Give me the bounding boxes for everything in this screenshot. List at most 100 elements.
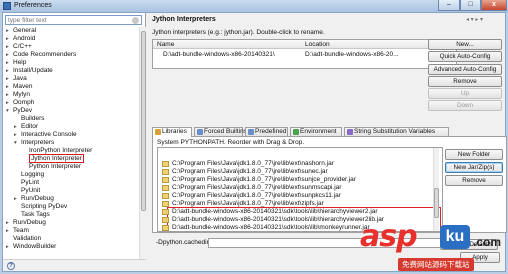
tab-2[interactable]: Predefined bbox=[245, 127, 288, 136]
new-jar-button[interactable]: New Jar/Zip(s) bbox=[445, 162, 503, 173]
expand-icon[interactable]: ▸ bbox=[14, 123, 20, 131]
up-button[interactable]: Up bbox=[428, 88, 502, 99]
tree-item[interactable]: Validation bbox=[13, 235, 41, 243]
tree-item[interactable]: PyLint bbox=[21, 179, 39, 187]
down-button[interactable]: Down bbox=[428, 100, 502, 111]
expand-icon[interactable]: ▸ bbox=[14, 131, 20, 139]
tree-item-label: Task Tags bbox=[21, 211, 50, 218]
tree-scrollbar[interactable] bbox=[139, 27, 146, 259]
remove-interpreter-button[interactable]: Remove bbox=[428, 76, 502, 87]
expand-icon[interactable]: ▸ bbox=[6, 59, 12, 67]
quick-auto-config-button[interactable]: Quick Auto-Config bbox=[428, 51, 502, 62]
preference-tree: ▸ General ▸ Android ▸ C/C++ ▸ Code Recommenders… bbox=[3, 27, 139, 257]
interpreter-location: D:\adt-bundle-windows-x86-20... bbox=[305, 51, 399, 58]
expand-icon[interactable]: ▸ bbox=[6, 51, 12, 59]
collapse-icon[interactable]: ▾ bbox=[14, 139, 20, 147]
expand-icon[interactable]: ▸ bbox=[6, 99, 12, 107]
dialog-client: ▸General▸Android▸C/C++▸Code Recommenders… bbox=[2, 12, 507, 272]
tree-item-label: Team bbox=[13, 227, 29, 234]
expand-icon[interactable]: ▸ bbox=[6, 243, 12, 251]
restore-defaults-button[interactable]: Restore Defaults bbox=[440, 239, 498, 250]
interpreter-name: D:\adt-bundle-windows-x86-20140321\ bbox=[163, 51, 275, 58]
path-label: C:\Program Files\Java\jdk1.8.0_77\jre\li… bbox=[172, 184, 342, 191]
column-header-location[interactable]: Location bbox=[305, 41, 330, 48]
path-label: C:\Program Files\Java\jdk1.8.0_77\jre\li… bbox=[172, 168, 328, 175]
tree-item[interactable]: ▸ Editor bbox=[14, 123, 38, 131]
tree-item[interactable]: ▸ Interactive Console bbox=[14, 131, 77, 139]
filter-input[interactable] bbox=[6, 16, 126, 24]
tree-item[interactable]: ▸ Run/Debug bbox=[14, 195, 54, 203]
tree-item[interactable]: Jython Interpreter bbox=[29, 154, 84, 163]
new-interpreter-button[interactable]: New... bbox=[428, 39, 502, 50]
tree-item[interactable]: ▾ PyDev bbox=[6, 107, 32, 115]
tree-item[interactable]: ▸ WindowBuilder bbox=[6, 243, 56, 251]
tree-item[interactable]: ▸ General bbox=[6, 27, 37, 35]
tree-item[interactable]: ▸ Java bbox=[6, 75, 27, 83]
expand-icon[interactable]: ▸ bbox=[6, 67, 12, 75]
collapse-icon[interactable]: ▾ bbox=[6, 107, 12, 115]
advanced-auto-config-button[interactable]: Advanced Auto-Config bbox=[428, 64, 502, 75]
tree-item-label: Install/Update bbox=[13, 67, 53, 74]
tree-item[interactable]: Builders bbox=[21, 115, 44, 123]
column-header-name[interactable]: Name bbox=[157, 41, 174, 48]
tree-item[interactable]: ▸ Code Recommenders bbox=[6, 51, 77, 59]
pythonpath-scrollbar-thumb[interactable] bbox=[434, 188, 439, 218]
folder-icon bbox=[162, 201, 169, 207]
tab-3[interactable]: Environment bbox=[290, 127, 342, 136]
tab-icon bbox=[248, 129, 254, 135]
tree-item-label: General bbox=[13, 27, 37, 34]
tree-item[interactable]: ▸ Team bbox=[6, 227, 29, 235]
expand-icon[interactable]: ▸ bbox=[6, 43, 12, 51]
expand-icon[interactable]: ▸ bbox=[6, 27, 12, 35]
expand-icon[interactable]: ▸ bbox=[6, 35, 12, 43]
expand-icon[interactable]: ▸ bbox=[6, 83, 12, 91]
tree-item[interactable]: ▸ Install/Update bbox=[6, 67, 53, 75]
expand-icon[interactable]: ▸ bbox=[6, 227, 12, 235]
tree-item[interactable]: ▾ Interpreters bbox=[14, 139, 54, 147]
path-label: D:\adt-bundle-windows-x86-20140321\sdk\t… bbox=[172, 224, 370, 231]
tree-item[interactable]: ▸ Maven bbox=[6, 83, 33, 91]
cachedir-input[interactable] bbox=[208, 238, 444, 248]
tree-item-label: Python Interpreter bbox=[29, 163, 82, 170]
folder-icon bbox=[162, 193, 169, 199]
remove-path-button[interactable]: Remove bbox=[445, 175, 503, 186]
new-folder-button[interactable]: New Folder bbox=[445, 149, 503, 160]
tree-item[interactable]: ▸ Mylyn bbox=[6, 91, 30, 99]
expand-icon[interactable]: ▸ bbox=[6, 219, 12, 227]
tree-item-label: Help bbox=[13, 59, 27, 66]
tree-item[interactable]: ▸ Android bbox=[6, 35, 36, 43]
minimize-button[interactable]: – bbox=[438, 0, 460, 11]
tree-scrollbar-thumb[interactable] bbox=[141, 31, 146, 211]
tab-4[interactable]: String Substitution Variables bbox=[344, 127, 449, 136]
tree-item-label: Android bbox=[13, 35, 36, 42]
page-description: Jython interpreters (e.g.: jython.jar). … bbox=[152, 29, 325, 36]
expand-icon[interactable]: ▸ bbox=[14, 195, 20, 203]
tree-item[interactable]: ▸ Help bbox=[6, 59, 27, 67]
tree-item-label: Java bbox=[13, 75, 27, 82]
pythonpath-scrollbar[interactable] bbox=[433, 148, 439, 231]
tab-1[interactable]: Forced Builtins bbox=[194, 127, 247, 136]
expand-icon[interactable]: ▸ bbox=[6, 75, 12, 83]
tree-item[interactable]: PyUnit bbox=[21, 187, 40, 195]
tree-item-label: Code Recommenders bbox=[13, 51, 77, 58]
tree-item-label: Editor bbox=[21, 123, 38, 130]
history-nav-icons[interactable]: ◂ ▾ ▸ ▾ bbox=[466, 16, 483, 23]
tab-icon bbox=[293, 129, 299, 135]
tab-icon bbox=[347, 129, 353, 135]
table-row[interactable]: D:\adt-bundle-windows-x86-20140321\ D:\a… bbox=[153, 50, 456, 59]
clear-filter-icon[interactable] bbox=[132, 17, 139, 24]
tree-item[interactable]: Python Interpreter bbox=[29, 163, 81, 171]
preference-tree-pane: ▸General▸Android▸C/C++▸Code Recommenders… bbox=[3, 13, 146, 271]
tree-item[interactable]: Logging bbox=[21, 171, 44, 179]
expand-icon[interactable]: ▸ bbox=[6, 91, 12, 99]
maximize-button[interactable]: □ bbox=[460, 0, 481, 11]
close-button[interactable]: x bbox=[481, 0, 507, 11]
help-icon[interactable]: ? bbox=[7, 262, 15, 270]
tree-item[interactable]: ▸ Oomph bbox=[6, 99, 34, 107]
tree-item[interactable]: ▸ Run/Debug bbox=[6, 219, 46, 227]
apply-button[interactable]: Apply bbox=[460, 252, 500, 263]
tree-item[interactable]: Task Tags bbox=[21, 211, 50, 219]
tree-item[interactable]: ▸ C/C++ bbox=[6, 43, 32, 51]
tree-item[interactable]: Scripting PyDev bbox=[21, 203, 67, 211]
tab-0[interactable]: Libraries bbox=[152, 127, 192, 137]
